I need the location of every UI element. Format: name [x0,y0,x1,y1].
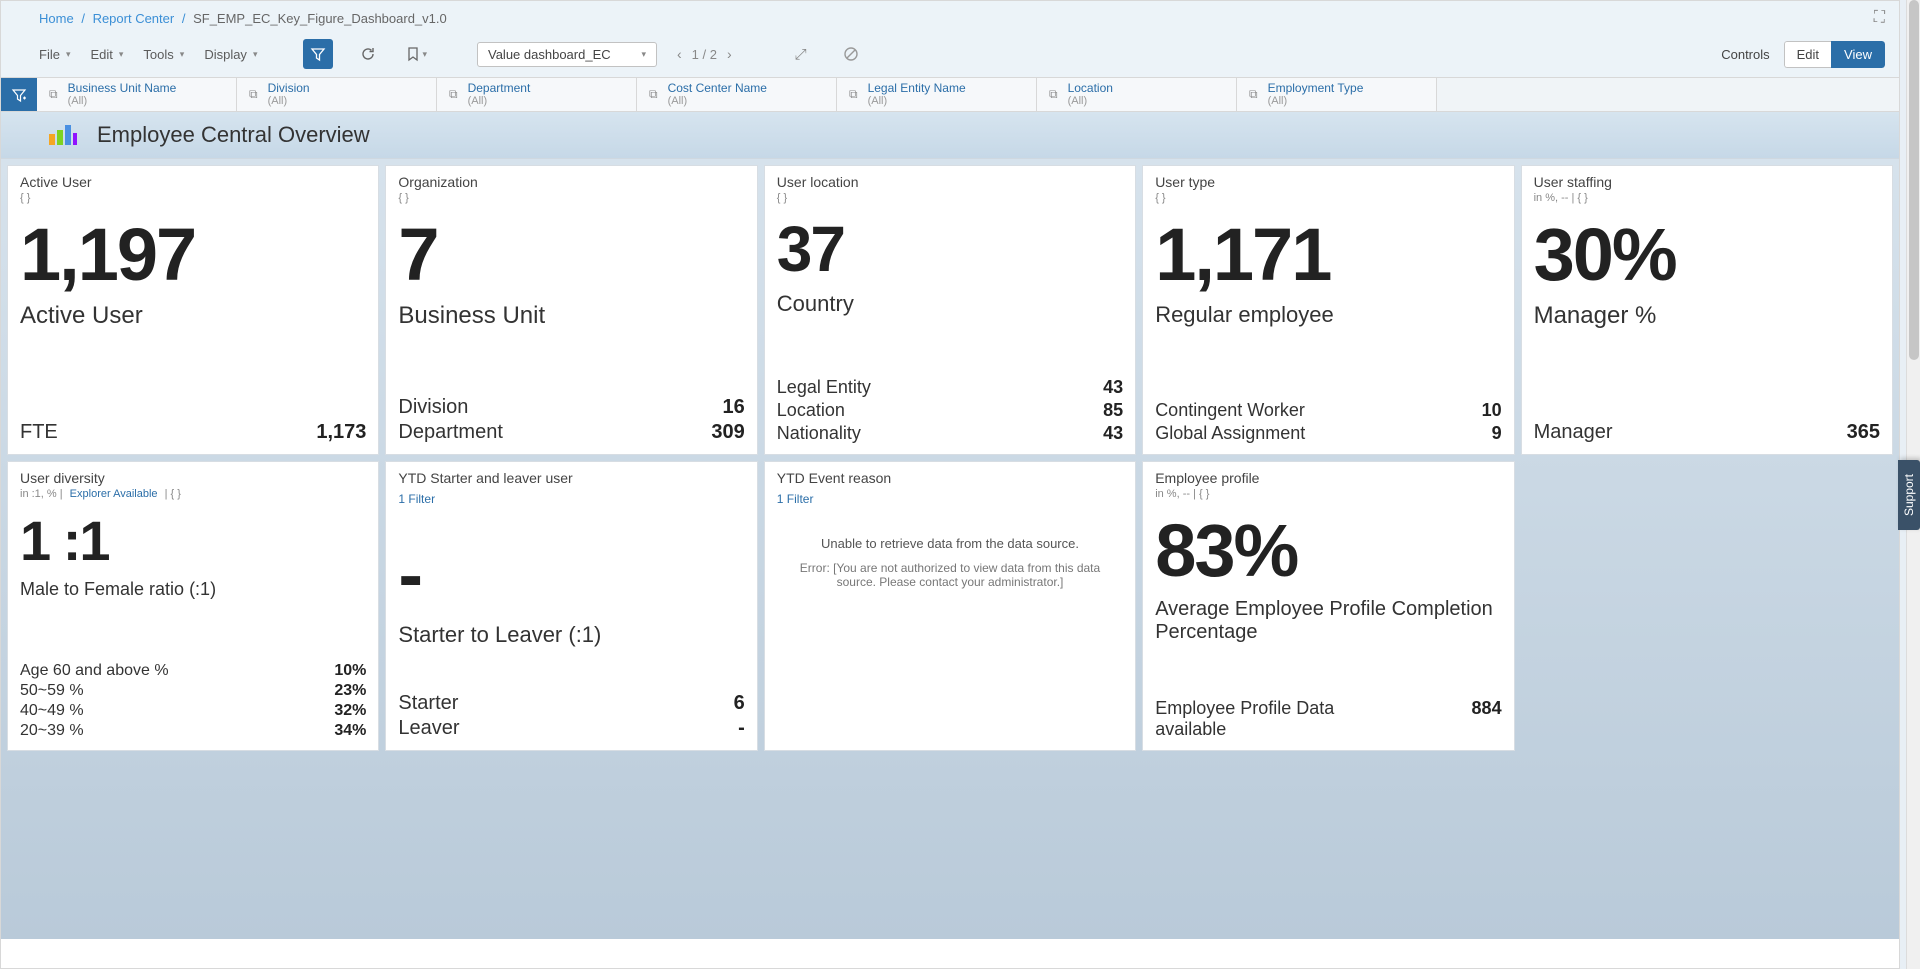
kpi-label: Average Employee Profile Completion Perc… [1155,598,1501,644]
copy-icon: ⧉ [849,87,858,102]
card-employee-profile: Employee profile in %, -- | { } 83% Aver… [1142,461,1514,751]
card-title: User location [777,174,1123,190]
card-title: User type [1155,174,1501,190]
page-next-button[interactable]: › [727,46,732,62]
card-user-type: User type { } 1,171 Regular employee Con… [1142,165,1514,455]
card-sub: { } [1155,192,1501,204]
dashboard-bars-icon [49,125,77,145]
card-sub: in %, -- | { } [1534,192,1880,204]
filter-chip-location[interactable]: ⧉Location(All) [1037,78,1237,111]
breadcrumb-report-center[interactable]: Report Center [93,11,175,26]
copy-icon: ⧉ [649,87,658,102]
card-title: YTD Event reason [777,470,1123,486]
copy-icon: ⧉ [1049,87,1058,102]
card-active-user: Active User { } 1,197 Active User FTE1,1… [7,165,379,455]
breadcrumb: Home / Report Center / SF_EMP_EC_Key_Fig… [39,11,447,26]
card-organization: Organization { } 7 Business Unit Divisio… [385,165,757,455]
filter-toggle-button[interactable] [303,39,333,69]
menu-edit[interactable]: Edit▾ [90,47,123,62]
error-message: Unable to retrieve data from the data so… [777,506,1123,619]
card-ytd-starter-leaver: YTD Starter and leaver user 1 Filter - S… [385,461,757,751]
kpi-value: 83% [1155,512,1501,590]
controls-link[interactable]: Controls [1721,47,1769,62]
explorer-available-link[interactable]: Explorer Available [70,488,158,500]
filter-link[interactable]: 1 Filter [777,492,1123,506]
mode-view-button[interactable]: View [1831,41,1885,68]
kpi-value: 1 :1 [20,512,366,571]
copy-icon: ⧉ [1249,87,1258,102]
kpi-label: Regular employee [1155,302,1501,328]
expand-icon[interactable]: ⛶ [1874,9,1885,27]
card-title: Organization [398,174,744,190]
card-user-location: User location { } 37 Country Legal Entit… [764,165,1136,455]
chevron-down-icon: ▾ [641,49,646,60]
card-title: User diversity [20,470,366,486]
page-indicator: 1 / 2 [692,47,717,62]
card-title: Employee profile [1155,470,1501,486]
card-sub: in :1, % | Explorer Available | { } [20,488,366,500]
filter-chip-department[interactable]: ⧉Department(All) [437,78,637,111]
kpi-label: Manager % [1534,302,1880,330]
kpi-value: - [398,536,744,614]
breadcrumb-current: SF_EMP_EC_Key_Figure_Dashboard_v1.0 [193,11,447,26]
kpi-value: 1,171 [1155,216,1501,294]
card-user-staffing: User staffing in %, -- | { } 30% Manager… [1521,165,1893,455]
card-sub: { } [398,192,744,204]
refresh-button[interactable] [353,39,383,69]
dashboard-dropdown[interactable]: Value dashboard_EC ▾ [477,42,657,67]
card-title: Active User [20,174,366,190]
kpi-label: Business Unit [398,302,744,330]
filter-chip-employment-type[interactable]: ⧉Employment Type(All) [1237,78,1437,111]
fit-page-button[interactable]: ⤢ [786,39,816,69]
filter-chip-legal-entity[interactable]: ⧉Legal Entity Name(All) [837,78,1037,111]
card-sub: { } [777,192,1123,204]
kpi-value: 30% [1534,216,1880,294]
kpi-label: Country [777,291,1123,317]
card-user-diversity: User diversity in :1, % | Explorer Avail… [7,461,379,751]
card-sub: { } [20,192,366,204]
filter-bar-funnel-icon[interactable] [1,78,37,111]
mode-edit-button[interactable]: Edit [1784,41,1831,68]
page-prev-button[interactable]: ‹ [677,46,682,62]
menu-file[interactable]: File▾ [39,47,70,62]
menu-display[interactable]: Display▾ [204,47,257,62]
filter-link[interactable]: 1 Filter [398,492,744,506]
kpi-label: Male to Female ratio (:1) [20,579,366,600]
disable-icon[interactable] [836,39,866,69]
kpi-value: 7 [398,216,744,294]
card-title: YTD Starter and leaver user [398,470,744,486]
filter-chip-cost-center[interactable]: ⧉Cost Center Name(All) [637,78,837,111]
bookmark-dropdown[interactable]: ▾ [403,39,431,69]
kpi-value: 37 [777,216,1123,283]
kpi-label: Active User [20,302,366,330]
kpi-label: Starter to Leaver (:1) [398,622,744,648]
filter-chip-division[interactable]: ⧉Division(All) [237,78,437,111]
page-title: Employee Central Overview [97,122,370,148]
copy-icon: ⧉ [449,87,458,102]
filter-chip-business-unit[interactable]: ⧉Business Unit Name(All) [37,78,237,111]
card-title: User staffing [1534,174,1880,190]
copy-icon: ⧉ [49,87,58,102]
card-ytd-event-reason: YTD Event reason 1 Filter Unable to retr… [764,461,1136,751]
breadcrumb-home[interactable]: Home [39,11,74,26]
support-tab[interactable]: Support [1898,460,1920,530]
card-sub: in %, -- | { } [1155,488,1501,500]
kpi-value: 1,197 [20,216,366,294]
menu-tools[interactable]: Tools▾ [143,47,184,62]
copy-icon: ⧉ [249,87,258,102]
